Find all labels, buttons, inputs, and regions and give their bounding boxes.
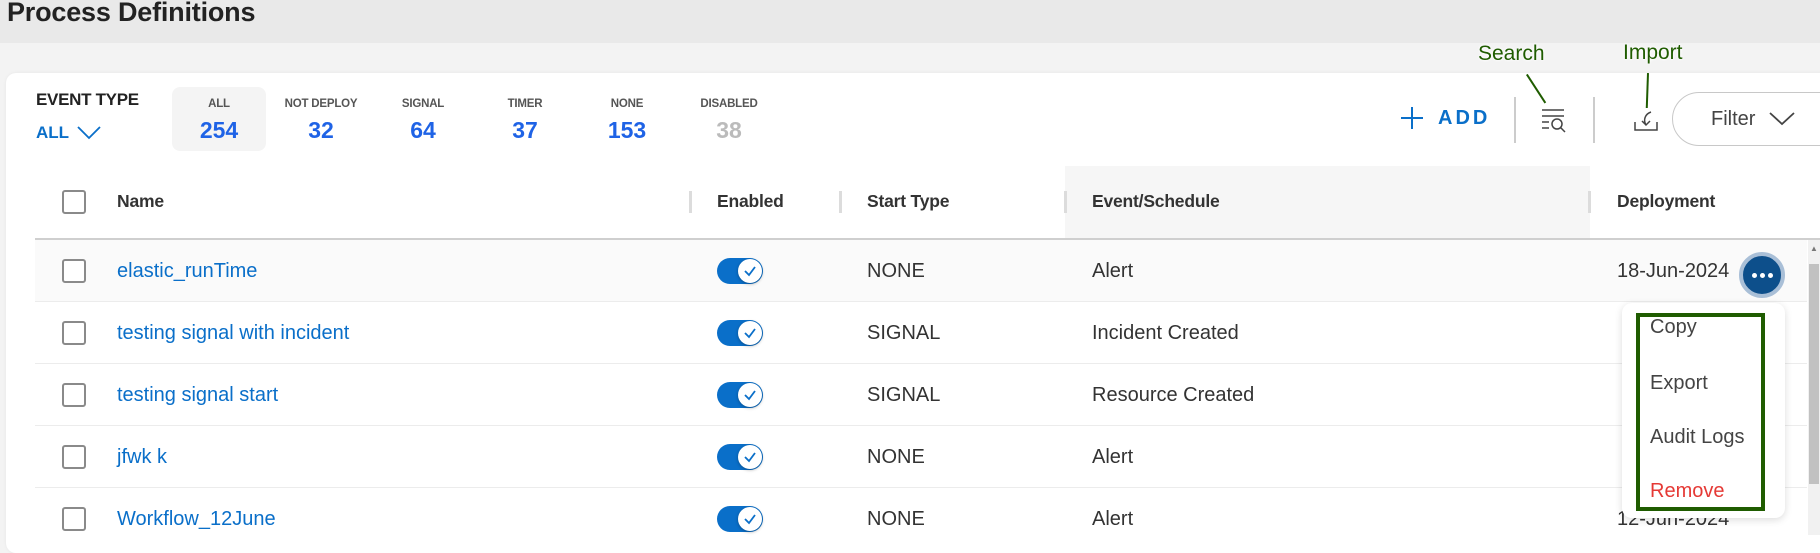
process-name-link[interactable]: testing signal with incident: [117, 302, 349, 364]
check-icon: [744, 452, 756, 463]
enabled-toggle[interactable]: [717, 320, 763, 346]
event-cell: Resource Created: [1092, 384, 1255, 406]
start-type-cell: NONE: [867, 508, 925, 530]
column-header-name[interactable]: Name: [117, 191, 164, 212]
column-header-start-type[interactable]: Start Type: [867, 191, 949, 212]
tab-count: 37: [512, 117, 538, 143]
toggle-knob: [738, 259, 762, 283]
tab-count: 64: [410, 117, 436, 143]
toggle-knob: [738, 507, 762, 531]
toggle-knob: [738, 383, 762, 407]
tab-count: 32: [308, 117, 334, 143]
check-icon: [744, 514, 756, 525]
tab-timer[interactable]: TIMER 37: [478, 87, 572, 151]
tab-label: SIGNAL: [401, 98, 445, 110]
table-row[interactable]: testing signal start SIGNAL Resource Cre…: [35, 364, 1807, 426]
check-icon: [744, 266, 756, 277]
check-icon: [744, 328, 756, 339]
row-checkbox[interactable]: [62, 259, 86, 283]
process-name-link[interactable]: Workflow_12June: [117, 488, 276, 550]
search-button[interactable]: [1540, 107, 1568, 133]
event-type-dropdown[interactable]: ALL: [36, 123, 101, 143]
scroll-up-arrow[interactable]: ▲: [1810, 244, 1818, 253]
tab-signal[interactable]: SIGNAL 64: [376, 87, 470, 151]
event-type-value: ALL: [36, 123, 70, 142]
column-resizer[interactable]: [1588, 191, 1591, 213]
table-row[interactable]: elastic_runTime NONE Alert 18-Jun-2024: [35, 240, 1807, 302]
toggle-knob: [738, 321, 762, 345]
tab-count: 254: [199, 117, 239, 143]
tab-count: 38: [716, 117, 742, 143]
event-cell: Alert: [1092, 260, 1134, 282]
scrollbar-thumb[interactable]: [1809, 264, 1819, 484]
start-type-cell: SIGNAL: [867, 322, 941, 344]
process-name-link[interactable]: elastic_runTime: [117, 240, 257, 302]
toggle-knob: [738, 445, 762, 469]
event-cell: Alert: [1092, 446, 1134, 468]
tab-label: TIMER: [507, 98, 543, 110]
start-type-cell: SIGNAL: [867, 384, 941, 406]
annotation-import: Import: [1623, 41, 1683, 64]
import-icon: [1634, 111, 1658, 131]
event-cell: Incident Created: [1092, 322, 1239, 344]
title-bar: Process Definitions: [0, 0, 1820, 43]
table-row[interactable]: jfwk k NONE Alert: [35, 426, 1807, 488]
add-label: ADD: [1438, 106, 1491, 129]
tab-not-deploy[interactable]: NOT DEPLOY 32: [274, 87, 368, 151]
row-checkbox[interactable]: [62, 445, 86, 469]
toolbar-divider: [1514, 97, 1516, 143]
enabled-toggle[interactable]: [717, 444, 763, 470]
deployment-cell: 18-Jun-2024: [1617, 260, 1729, 282]
tab-none[interactable]: NONE 153: [580, 87, 674, 151]
import-button[interactable]: [1633, 106, 1659, 132]
tab-label: ALL: [208, 98, 230, 110]
table-row[interactable]: Workflow_12June NONE Alert 12-Jun-2024: [35, 488, 1807, 550]
row-checkbox[interactable]: [62, 383, 86, 407]
column-resizer[interactable]: [1064, 191, 1067, 213]
row-checkbox[interactable]: [62, 507, 86, 531]
annotation-search: Search: [1478, 42, 1545, 65]
start-type-cell: NONE: [867, 446, 925, 468]
chevron-down-icon: [1769, 112, 1796, 126]
event-type-label: EVENT TYPE: [36, 90, 139, 109]
annotation-highlight-box: [1636, 313, 1765, 511]
enabled-toggle[interactable]: [717, 382, 763, 408]
column-header-deployment[interactable]: Deployment: [1617, 191, 1729, 212]
tab-label: DISABLED: [700, 98, 758, 110]
event-cell: Alert: [1092, 508, 1134, 530]
chevron-down-icon: [77, 126, 101, 140]
tab-count: 153: [607, 117, 647, 143]
column-resizer[interactable]: [839, 191, 842, 213]
more-dot: [1759, 272, 1765, 278]
row-actions-button[interactable]: [1739, 252, 1785, 298]
column-resizer[interactable]: [689, 191, 692, 213]
check-icon: [744, 390, 756, 401]
enabled-toggle[interactable]: [717, 258, 763, 284]
column-header-event-schedule[interactable]: Event/Schedule: [1092, 191, 1220, 212]
table-row[interactable]: testing signal with incident SIGNAL Inci…: [35, 302, 1807, 364]
process-name-link[interactable]: testing signal start: [117, 364, 278, 426]
plus-icon: [1401, 107, 1423, 129]
filter-label: Filter: [1711, 107, 1756, 130]
tab-all[interactable]: ALL 254: [172, 87, 266, 151]
search-list-icon: [1542, 109, 1566, 133]
tab-disabled[interactable]: DISABLED 38: [682, 87, 776, 151]
toolbar-divider: [1593, 97, 1595, 143]
enabled-toggle[interactable]: [717, 506, 763, 532]
tab-label: NOT DEPLOY: [284, 98, 358, 110]
more-dot: [1767, 272, 1773, 278]
column-header-enabled[interactable]: Enabled: [717, 191, 784, 212]
filter-dropdown[interactable]: Filter: [1672, 92, 1820, 146]
page-title: Process Definitions: [7, 0, 256, 27]
more-dot: [1751, 272, 1757, 278]
tab-label: NONE: [610, 98, 644, 110]
process-name-link[interactable]: jfwk k: [117, 426, 167, 488]
row-checkbox[interactable]: [62, 321, 86, 345]
start-type-cell: NONE: [867, 260, 925, 282]
select-all-checkbox[interactable]: [62, 190, 86, 214]
add-button[interactable]: ADD: [1400, 106, 1490, 130]
